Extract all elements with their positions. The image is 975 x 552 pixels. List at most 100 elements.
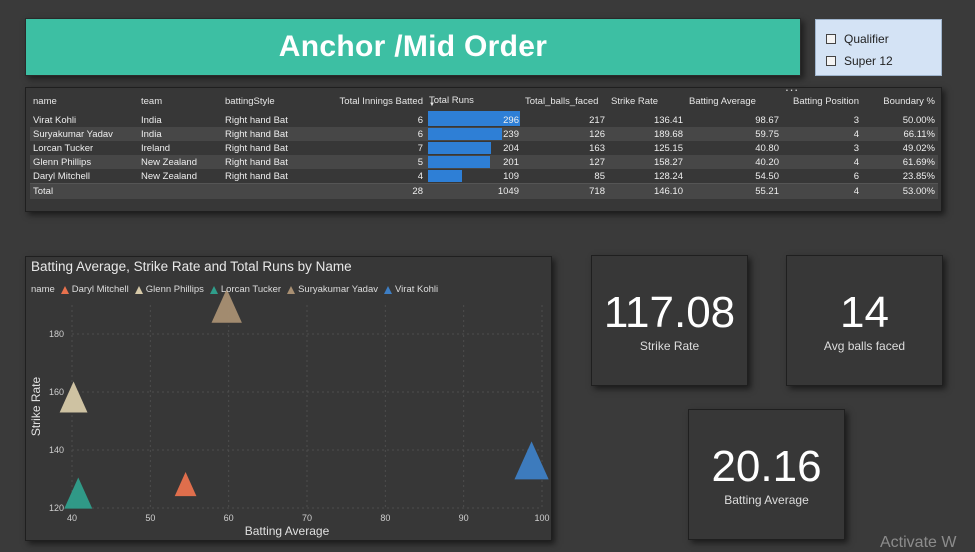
column-header[interactable]: name xyxy=(30,92,138,110)
scatter-chart-visual[interactable]: 40 50 60 70 80 90 100 120 140 160 180 Batting Avera… xyxy=(25,256,552,541)
column-header-sorted[interactable]: Total Runs ▼ xyxy=(426,92,522,110)
table-cell: 163 xyxy=(589,142,605,154)
stats-table: name team battingStyle Total Innings Bat… xyxy=(30,92,938,199)
table-cell: 3 xyxy=(853,114,859,126)
table-cell: 6 xyxy=(853,170,859,182)
table-cell: Right hand Bat xyxy=(225,142,288,154)
table-cell: 125.15 xyxy=(653,142,683,154)
y-tick-label: 120 xyxy=(49,503,64,513)
column-header[interactable]: Total Innings Batted xyxy=(312,92,426,110)
batting-average-card: 20.16 Batting Average xyxy=(688,409,845,540)
table-cell: 217 xyxy=(589,114,605,126)
table-cell: Daryl Mitchell xyxy=(33,170,91,182)
table-row[interactable]: Glenn Phillips New Zealand Right hand Bat 5… xyxy=(30,155,938,169)
y-tick-label: 180 xyxy=(49,329,64,339)
stage-slicer[interactable]: Qualifier Super 12 xyxy=(815,19,942,76)
card-label: Batting Average xyxy=(724,492,809,507)
table-cell: New Zealand xyxy=(141,170,197,182)
table-cell: Lorcan Tucker xyxy=(33,142,94,154)
table-cell: 4 xyxy=(782,183,862,199)
table-cell: 4 xyxy=(782,127,862,141)
table-cell: India xyxy=(138,127,222,141)
table-cell: 54.50 xyxy=(755,170,779,182)
x-tick-label: 80 xyxy=(380,513,390,523)
table-row[interactable]: Suryakumar Yadav India Right hand Bat 6 239 1… xyxy=(30,127,938,141)
table-cell: 50.00% xyxy=(902,114,935,126)
table-cell: 6 xyxy=(417,114,423,126)
table-cell: Virat Kohli xyxy=(33,114,77,126)
checkbox-icon[interactable] xyxy=(826,56,836,66)
table-cell: 85 xyxy=(594,170,605,182)
table-cell: 4 xyxy=(782,155,862,169)
column-header[interactable]: Boundary % xyxy=(862,92,938,110)
slicer-item-label: Qualifier xyxy=(844,32,889,46)
table-cell: Ireland xyxy=(141,142,171,154)
legend-item[interactable]: Lorcan Tucker xyxy=(209,284,282,295)
column-header-label: Total Runs xyxy=(429,94,474,106)
legend-label: Lorcan Tucker xyxy=(220,284,282,295)
triangle-marker-icon xyxy=(384,285,392,294)
legend-label: Glenn Phillips xyxy=(145,284,204,295)
column-header[interactable]: battingStyle xyxy=(222,92,312,110)
column-header[interactable]: Batting Average xyxy=(686,92,782,110)
table-cell: 7 xyxy=(417,142,423,154)
table-cell: Glenn Phillips xyxy=(30,155,138,169)
legend-item[interactable]: Virat Kohli xyxy=(384,284,438,295)
column-header[interactable]: team xyxy=(138,92,222,110)
table-cell: 1049 xyxy=(426,183,522,199)
x-tick-label: 60 xyxy=(224,513,234,523)
table-cell xyxy=(222,183,312,199)
card-value: 117.08 xyxy=(603,287,736,337)
table-cell: 158.27 xyxy=(608,155,686,169)
scatter-chart: 40 50 60 70 80 90 100 120 140 160 180 Batting Avera… xyxy=(29,289,550,538)
table-row[interactable]: Virat Kohli India Right hand Bat 6 296 217 136… xyxy=(30,110,938,127)
legend-item[interactable]: Daryl Mitchell xyxy=(60,284,129,295)
table-cell: India xyxy=(141,114,162,126)
column-header[interactable]: Total_balls_faced xyxy=(522,92,608,110)
windows-activation-watermark: Activate W xyxy=(880,534,957,551)
legend-item[interactable]: Suryakumar Yadav xyxy=(287,284,378,295)
bar-value: 296 xyxy=(503,114,519,126)
table-cell: 55.21 xyxy=(686,183,782,199)
table-cell: 201 xyxy=(426,155,522,169)
table-cell: Total xyxy=(30,183,138,199)
page-title-banner: Anchor /Mid Order xyxy=(25,18,801,76)
column-header[interactable]: Batting Position xyxy=(782,92,862,110)
table-cell: 98.67 xyxy=(755,114,779,126)
table-cell: 49.02% xyxy=(902,142,935,154)
table-cell: Right hand Bat xyxy=(225,114,288,126)
table-cell: 59.75 xyxy=(686,127,782,141)
column-header[interactable]: Strike Rate xyxy=(608,92,686,110)
legend-label: Daryl Mitchell xyxy=(71,284,129,295)
scatter-point xyxy=(174,472,197,497)
table-header-row: name team battingStyle Total Innings Bat… xyxy=(30,92,938,110)
table-cell: 204 xyxy=(426,141,522,155)
slicer-item-qualifier[interactable]: Qualifier xyxy=(826,28,941,50)
legend-item[interactable]: Glenn Phillips xyxy=(134,284,204,295)
legend-label: Suryakumar Yadav xyxy=(298,284,378,295)
table-cell: 53.00% xyxy=(862,183,938,199)
y-tick-label: 140 xyxy=(49,445,64,455)
table-cell: 718 xyxy=(522,183,608,199)
table-row[interactable]: Daryl Mitchell New Zealand Right hand Bat 4… xyxy=(30,169,938,184)
table-total-row[interactable]: Total 28 1049 718 146.10 55.21 4 53.00% xyxy=(30,183,938,199)
stats-table-visual[interactable]: ... name team battingStyle Total Innings… xyxy=(25,79,942,212)
card-label: Strike Rate xyxy=(639,338,700,353)
table-row[interactable]: Lorcan Tucker Ireland Right hand Bat 7 204 16… xyxy=(30,141,938,155)
triangle-marker-icon xyxy=(134,285,143,294)
table-cell: 40.20 xyxy=(686,155,782,169)
x-axis-title: Batting Average xyxy=(245,524,330,538)
slicer-item-super-12[interactable]: Super 12 xyxy=(826,50,941,72)
triangle-marker-icon xyxy=(209,285,218,294)
table-cell: 66.11% xyxy=(862,127,938,141)
x-tick-label: 50 xyxy=(145,513,155,523)
table-cell: 40.80 xyxy=(755,142,779,154)
page-title: Anchor /Mid Order xyxy=(278,30,548,63)
table-cell xyxy=(138,183,222,199)
checkbox-icon[interactable] xyxy=(826,34,836,44)
table-cell: Right hand Bat xyxy=(222,155,312,169)
table-cell: 126 xyxy=(522,127,608,141)
legend-title: name xyxy=(31,284,55,295)
bar-value: 201 xyxy=(503,156,519,168)
chart-legend: name Daryl Mitchell Glenn Phillips Lorcan … xyxy=(31,284,438,295)
